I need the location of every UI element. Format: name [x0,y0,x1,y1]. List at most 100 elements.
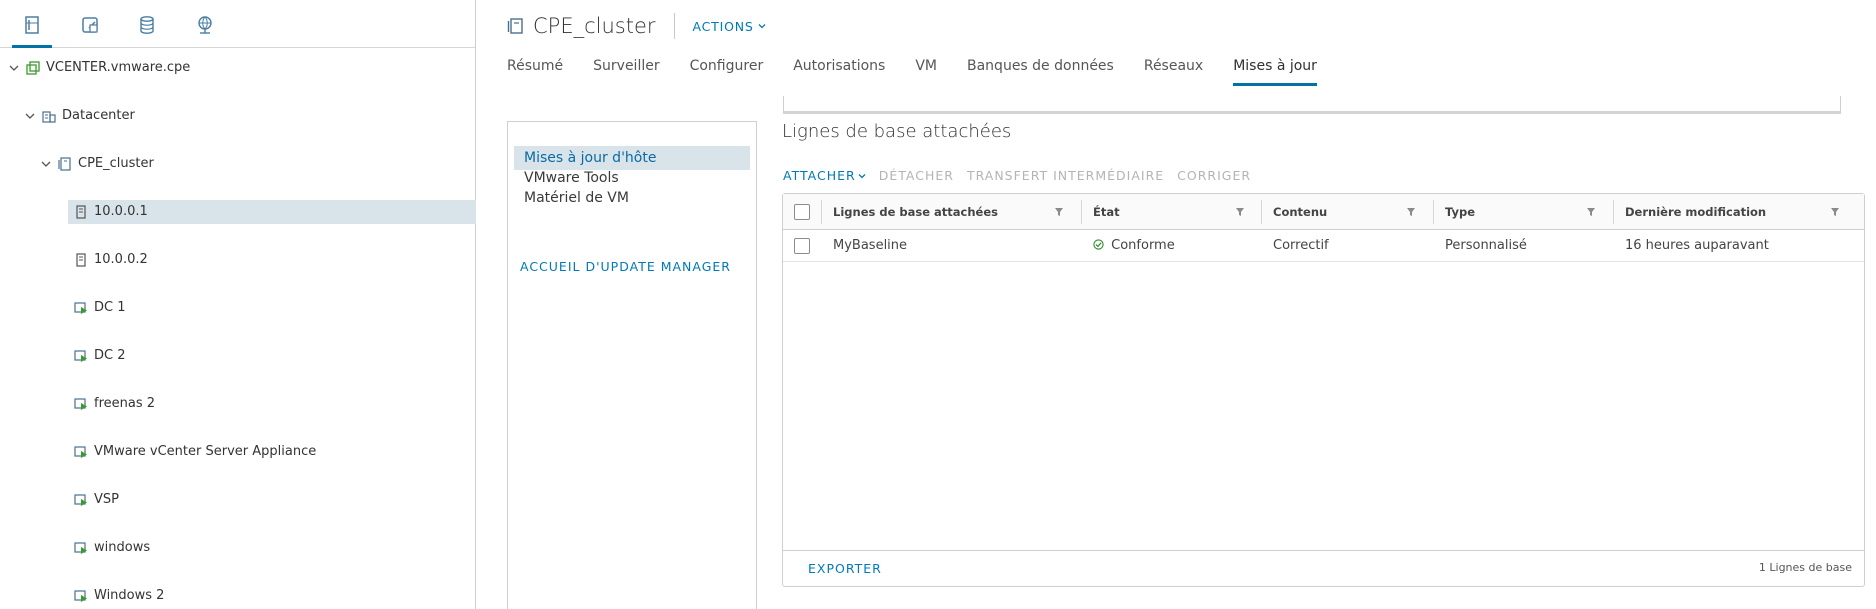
host-icon [76,253,86,267]
vm-icon [74,398,87,410]
tree-item-label: Windows 2 [94,588,165,603]
vm-icon [74,350,87,362]
object-header: CPE_cluster ACTIONS [507,10,766,42]
tree-item-label: VSP [94,492,119,507]
filter-icon[interactable] [1586,207,1596,217]
host-icon [76,205,86,219]
baseline-toolbar: ATTACHER DÉTACHER TRANSFERT INTERMÉDIAIR… [783,166,1264,184]
tree-item-vm-dc1[interactable]: DC 1 [0,296,476,320]
networking-icon [198,16,212,34]
vm-icon [74,446,87,458]
check-circle-icon [1093,239,1104,250]
tree-item-vm-dc2[interactable]: DC 2 [0,344,476,368]
type-cell: Personnalisé [1445,238,1527,253]
update-manager-home-link[interactable]: ACCUEIL D'UPDATE MANAGER [520,259,731,274]
baseline-name[interactable]: MyBaseline [823,230,907,262]
tree-item-host-10-0-0-2[interactable]: 10.0.0.2 [0,248,476,272]
tree-item-label: 10.0.0.2 [94,252,148,267]
column-divider [821,200,822,224]
column-divider [1261,200,1262,224]
tree-item-host-10-0-0-1[interactable]: 10.0.0.1 [68,200,476,224]
chevron-down-icon [858,174,866,179]
vm-icon [74,494,87,506]
column-header-baseline[interactable]: Lignes de base attachées [823,194,1073,230]
tab-configurer[interactable]: Configurer [690,56,764,86]
tab-networking[interactable] [185,10,225,48]
inventory-tree: VCENTER.vmware.cpe Datacenter CPE_cluste… [0,56,476,603]
chevron-down-icon[interactable] [40,158,52,170]
filter-icon[interactable] [1054,207,1064,217]
tree-item-label: 10.0.0.1 [94,204,148,219]
filter-icon[interactable] [1235,207,1245,217]
vsphere-client: VCENTER.vmware.cpe Datacenter CPE_cluste… [0,0,1876,609]
updates-side-nav: Mises à jour d'hôte VMware Tools Matérie… [507,121,757,609]
cluster-icon [507,18,523,34]
tab-mises-a-jour[interactable]: Mises à jour [1233,56,1317,86]
tree-item-label: windows [94,540,151,555]
tree-item-cluster[interactable]: CPE_cluster [0,152,476,176]
vm-icon [74,542,87,554]
vms-templates-icon [82,17,98,33]
content-area: CPE_cluster ACTIONS Résumé Surveiller Co… [477,0,1876,609]
tree-item-vm-vsp[interactable]: VSP [0,488,476,512]
export-button[interactable]: EXPORTER [808,561,882,576]
tab-surveiller[interactable]: Surveiller [593,56,659,86]
section-title: Lignes de base attachées [782,121,1012,142]
table-row[interactable]: MyBaseline Conforme Correctif Personnali… [783,230,1864,262]
chevron-down-icon[interactable] [8,62,20,74]
chevron-down-icon[interactable] [24,110,36,122]
actions-menu-button[interactable]: ACTIONS [693,19,766,34]
vm-icon [74,590,87,602]
vm-icon [74,302,87,314]
tree-item-label: Datacenter [62,108,135,123]
tab-resume[interactable]: Résumé [507,56,563,86]
tab-reseaux[interactable]: Réseaux [1144,56,1203,86]
filter-icon[interactable] [1830,207,1840,217]
tab-banques-de-donnees[interactable]: Banques de données [967,56,1114,86]
header-divider [673,13,675,39]
tree-item-label: VCENTER.vmware.cpe [46,60,191,75]
tab-autorisations[interactable]: Autorisations [793,56,885,86]
column-divider [1081,200,1082,224]
actions-label: ACTIONS [692,18,754,34]
tab-vms-templates[interactable] [70,10,110,48]
remediate-button[interactable]: CORRIGER [1177,168,1251,183]
select-all-checkbox[interactable] [794,204,810,220]
tree-item-vm-windows2[interactable]: Windows 2 [0,584,476,608]
column-divider [1433,200,1434,224]
detach-button[interactable]: DÉTACHER [879,168,954,183]
tree-item-vm-vcsa[interactable]: VMware vCenter Server Appliance [0,440,476,464]
datagrid-header: Lignes de base attachées État Contenu Ty… [783,194,1864,230]
tree-item-vm-windows[interactable]: windows [0,536,476,560]
tree-item-datacenter[interactable]: Datacenter [0,104,476,128]
tree-item-label: VMware vCenter Server Appliance [94,444,317,459]
datacenter-icon [42,111,56,123]
row-checkbox[interactable] [794,238,810,254]
side-item-vm-hardware[interactable]: Matériel de VM [514,186,750,210]
tree-item-vcenter[interactable]: VCENTER.vmware.cpe [0,56,476,80]
state-cell: Conforme [1083,230,1175,262]
baselines-datagrid: Lignes de base attachées État Contenu Ty… [782,193,1865,587]
tree-item-label: freenas 2 [94,396,156,411]
chevron-down-icon [758,24,766,29]
vcenter-icon [26,61,40,75]
tab-storage[interactable] [127,10,167,48]
tree-item-label: DC 1 [94,300,126,315]
stage-button[interactable]: TRANSFERT INTERMÉDIAIRE [967,168,1164,183]
storage-icon [140,16,154,34]
attach-button[interactable]: ATTACHER [783,168,866,183]
attach-label: ATTACHER [783,167,856,183]
cluster-icon [58,157,71,171]
state-label: Conforme [1111,238,1175,253]
inventory-navigator: VCENTER.vmware.cpe Datacenter CPE_cluste… [0,0,476,609]
object-tabs: Résumé Surveiller Configurer Autorisatio… [507,56,1347,86]
tab-vm[interactable]: VM [915,56,937,86]
row-count: 1 Lignes de base [1758,561,1852,574]
tab-hosts-clusters[interactable] [12,10,52,48]
page-title: CPE_cluster [533,14,656,38]
tree-item-vm-freenas2[interactable]: freenas 2 [0,392,476,416]
column-divider [1613,200,1614,224]
column-header-last-modified[interactable]: Dernière modification [1615,194,1855,230]
filter-icon[interactable] [1406,207,1416,217]
tree-item-label: CPE_cluster [78,156,154,171]
